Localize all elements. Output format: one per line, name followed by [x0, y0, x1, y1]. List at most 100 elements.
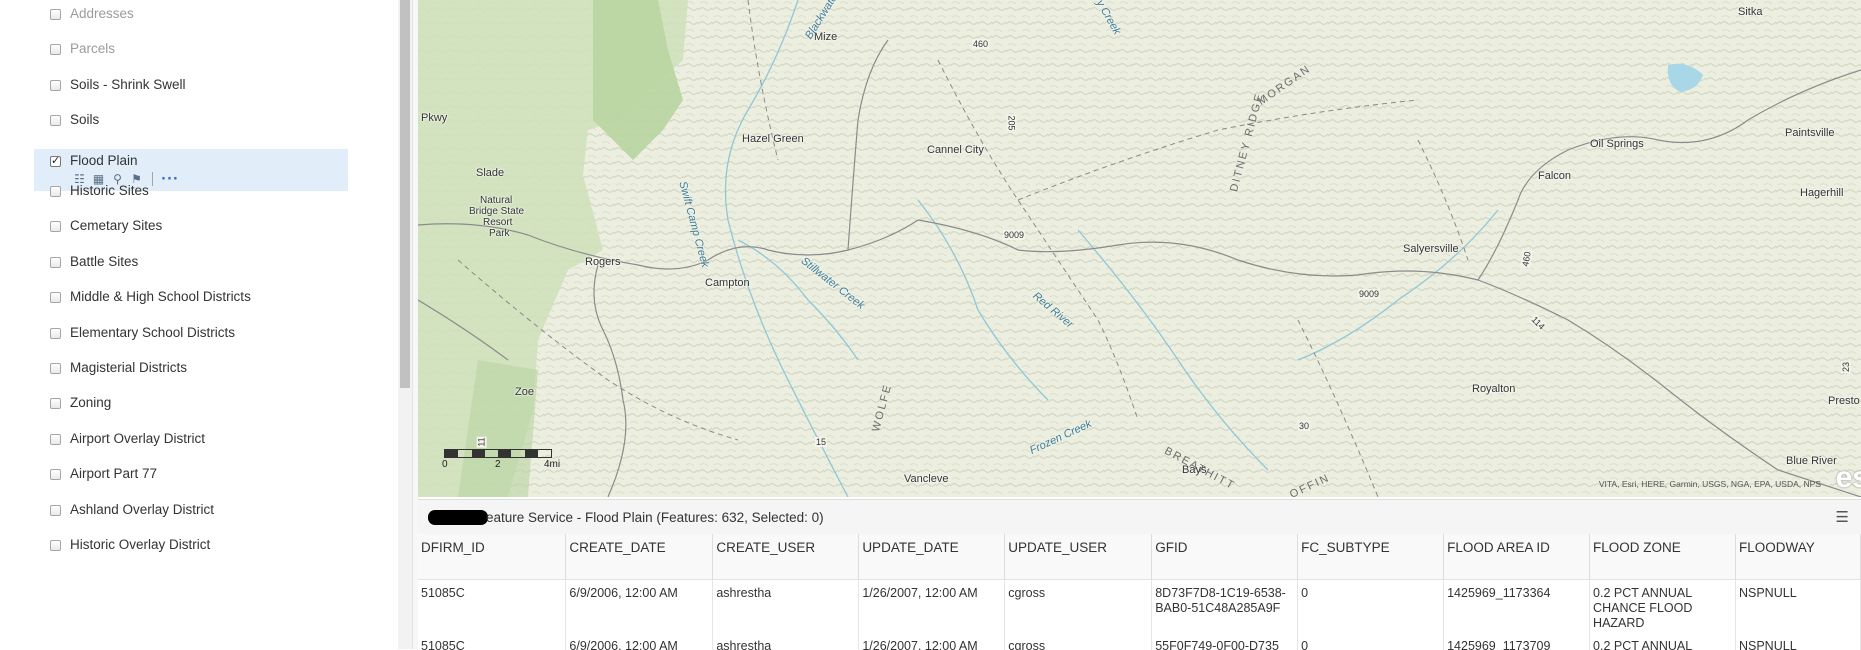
map-label-place: Salyersville	[1403, 243, 1459, 255]
feature-table: DFIRM_IDCREATE_DATECREATE_USERUPDATE_DAT…	[418, 534, 1861, 650]
layer-visibility-checkbox[interactable]	[50, 328, 61, 339]
layer-visibility-checkbox[interactable]	[50, 363, 61, 374]
column-header[interactable]: FC_SUBTYPE	[1298, 534, 1444, 580]
layer-item[interactable]: Historic Overlay District	[34, 533, 348, 563]
layer-item[interactable]: Elementary School Districts	[34, 321, 348, 351]
column-header[interactable]: GFID	[1152, 534, 1298, 580]
layer-item[interactable]: Battle Sites	[34, 250, 348, 280]
table-cell: 55F0F749-0F00-D735	[1152, 636, 1298, 650]
map-label-place: Vancleve	[904, 473, 948, 485]
map-label-park: Natural	[480, 195, 512, 206]
layer-item[interactable]: Addresses	[34, 2, 348, 32]
table-cell: 0.2 PCT ANNUAL CHANCE FLOOD HAZARD	[1590, 580, 1736, 637]
table-cell: cgross	[1005, 636, 1152, 650]
column-header[interactable]: FLOODWAY	[1735, 534, 1860, 580]
layer-visibility-checkbox[interactable]	[50, 44, 61, 55]
layer-visibility-checkbox[interactable]	[50, 257, 61, 268]
layer-item[interactable]: Zoning	[34, 391, 348, 421]
layer-label: Soils	[70, 112, 99, 127]
map-attribution[interactable]: VITA, Esri, HERE, Garmin, USGS, NGA, EPA…	[1599, 479, 1821, 489]
table-cell: 8D73F7D8-1C19-6538-BAB0-51C48A285A9F	[1152, 580, 1298, 637]
column-header[interactable]: DFIRM_ID	[418, 534, 566, 580]
layer-item[interactable]: Middle & High School Districts	[34, 285, 348, 315]
layer-visibility-checkbox[interactable]	[50, 186, 61, 197]
table-row[interactable]: 51085C6/9/2006, 12:00 AMashrestha1/26/20…	[418, 580, 1861, 637]
map-label-place: Rogers	[585, 256, 620, 268]
map-label-place: Blue River	[1786, 455, 1837, 467]
map-label-park: Resort	[483, 217, 512, 228]
scale-label: 2	[495, 459, 501, 470]
layer-item[interactable]: Soils	[34, 108, 348, 138]
layer-item[interactable]: Airport Part 77	[34, 462, 348, 492]
layer-label: Battle Sites	[70, 254, 138, 269]
layer-label: Historic Overlay District	[70, 537, 210, 552]
column-header[interactable]: CREATE_DATE	[566, 534, 713, 580]
layer-label: Elementary School Districts	[70, 325, 235, 340]
layer-label: Magisterial Districts	[70, 360, 187, 375]
layer-label: Middle & High School Districts	[70, 289, 251, 304]
table-cell: ashrestha	[713, 580, 859, 637]
layer-visibility-checkbox[interactable]	[50, 292, 61, 303]
column-header[interactable]: CREATE_USER	[713, 534, 859, 580]
map-label-place: Royalton	[1472, 383, 1515, 395]
layer-item[interactable]: Soils - Shrink Swell	[34, 73, 348, 103]
map-label-place: Sitka	[1738, 6, 1762, 18]
table-body: 51085C6/9/2006, 12:00 AMashrestha1/26/20…	[418, 580, 1861, 650]
column-header[interactable]: FLOOD ZONE	[1590, 534, 1736, 580]
layer-visibility-checkbox[interactable]	[50, 540, 61, 551]
table-cell: 6/9/2006, 12:00 AM	[566, 580, 713, 637]
table-cell: 0	[1298, 636, 1444, 650]
layer-visibility-checkbox[interactable]	[50, 156, 61, 167]
map-label-place: Hagerhill	[1800, 187, 1843, 199]
table-cell: ashrestha	[713, 636, 859, 650]
table-cell: 1425969_1173709	[1444, 636, 1590, 650]
map-label-place: Slade	[476, 167, 504, 179]
column-header[interactable]: UPDATE_USER	[1005, 534, 1152, 580]
layer-item[interactable]: Historic Sites	[34, 179, 348, 209]
scale-bar	[444, 449, 552, 458]
table-cell: NSPNULL	[1735, 580, 1860, 637]
map-label-place: Cannel City	[927, 144, 984, 156]
layer-item[interactable]: Magisterial Districts	[34, 356, 348, 386]
layer-label: Soils - Shrink Swell	[70, 77, 186, 92]
layer-label: Addresses	[70, 6, 134, 21]
layer-visibility-checkbox[interactable]	[50, 398, 61, 409]
layer-label: Historic Sites	[70, 183, 149, 198]
layer-panel-scrollbar[interactable]	[398, 0, 412, 649]
layer-item[interactable]: Airport Overlay District	[34, 427, 348, 457]
layer-label: Airport Overlay District	[70, 431, 205, 446]
attribute-table-header: eature Service - Flood Plain (Features: …	[418, 500, 1861, 535]
layer-label: Ashland Overlay District	[70, 502, 214, 517]
layer-visibility-checkbox[interactable]	[50, 115, 61, 126]
map-road-shield: 9009	[1358, 289, 1380, 299]
layer-visibility-checkbox[interactable]	[50, 505, 61, 516]
column-header[interactable]: UPDATE_DATE	[859, 534, 1005, 580]
layer-visibility-checkbox[interactable]	[50, 434, 61, 445]
table-options-menu-icon[interactable]: ☰	[1836, 508, 1849, 526]
layer-visibility-checkbox[interactable]	[50, 80, 61, 91]
map-label-road: Pkwy	[421, 112, 447, 124]
attribute-table-title: eature Service - Flood Plain (Features: …	[486, 510, 824, 525]
attribute-table: eature Service - Flood Plain (Features: …	[418, 499, 1861, 650]
table-cell: 0.2 PCT ANNUAL	[1590, 636, 1736, 650]
table-cell: 0	[1298, 580, 1444, 637]
redacted-block	[428, 510, 488, 525]
map-label-park: Bridge State	[469, 206, 524, 217]
table-row[interactable]: 51085C6/9/2006, 12:00 AMashrestha1/26/20…	[418, 636, 1861, 650]
layer-visibility-checkbox[interactable]	[50, 9, 61, 20]
column-header[interactable]: FLOOD AREA ID	[1444, 534, 1590, 580]
table-cell: 1425969_1173364	[1444, 580, 1590, 637]
table-cell: 6/9/2006, 12:00 AM	[566, 636, 713, 650]
layer-item[interactable]: Cemetary Sites	[34, 214, 348, 244]
layer-visibility-checkbox[interactable]	[50, 469, 61, 480]
layer-list-panel: Addresses Parcels Soils - Shrink Swell Soil…	[0, 0, 398, 649]
layer-item[interactable]: Parcels	[34, 37, 348, 67]
scale-label: 0	[442, 459, 448, 470]
map-road-shield: 23	[1841, 361, 1851, 373]
layer-item[interactable]: Ashland Overlay District	[34, 498, 348, 528]
scrollbar-thumb[interactable]	[400, 0, 410, 388]
table-cell: 1/26/2007, 12:00 AM	[859, 636, 1005, 650]
layer-visibility-checkbox[interactable]	[50, 221, 61, 232]
map-view[interactable]: Mize Hazel Green Cannel City Slade Natur…	[418, 0, 1861, 497]
map-label-place: Falcon	[1538, 170, 1571, 182]
